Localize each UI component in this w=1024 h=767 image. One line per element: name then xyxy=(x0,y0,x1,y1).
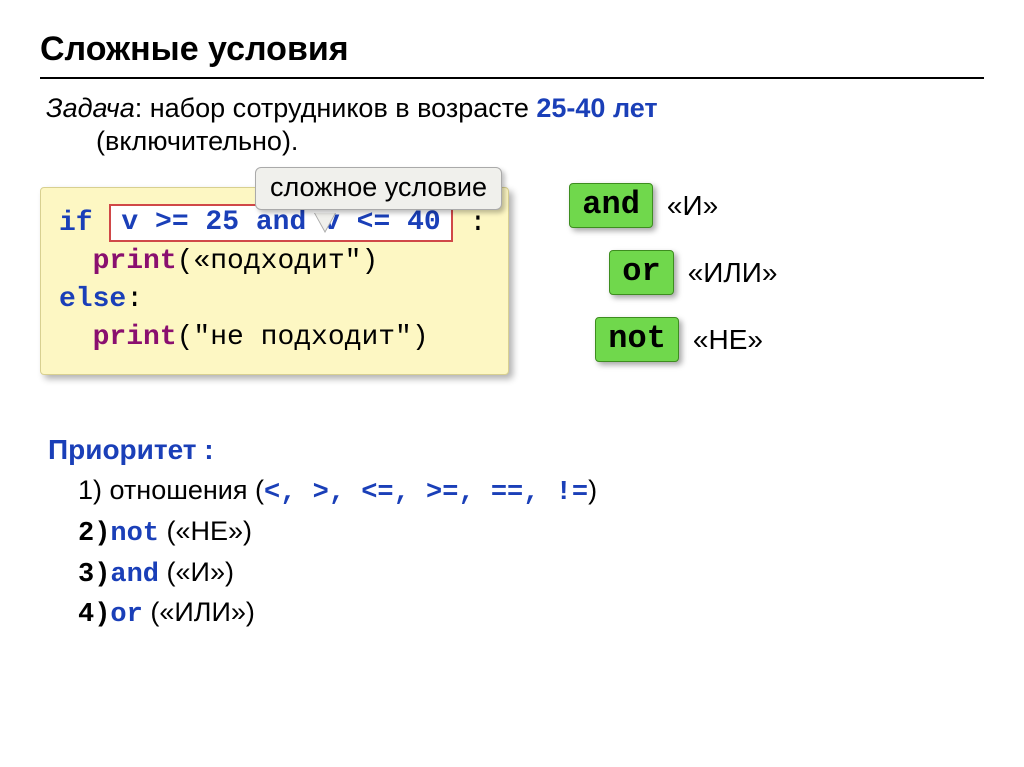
pri1-prefix: 1) отношения ( xyxy=(78,475,264,505)
indent xyxy=(59,246,93,277)
pri2-kw: not xyxy=(110,519,159,549)
task-range: 25-40 лет xyxy=(536,93,657,123)
priority-section: Приоритет : 1) отношения (<, >, <=, >=, … xyxy=(48,434,984,635)
op-box-and: and xyxy=(569,183,653,228)
pri3-num: 3) xyxy=(78,560,110,590)
pri2-num: 2) xyxy=(78,519,110,549)
task-sub: (включительно). xyxy=(96,126,298,157)
pri2-label: («НЕ») xyxy=(167,516,253,546)
content-row: сложное условие if v >= 25 and v <= 40 :… xyxy=(40,187,984,384)
code-area: if v >= 25 and v <= 40 : print(«подходит… xyxy=(40,187,984,384)
print1-arg: («подходит") xyxy=(177,246,379,277)
keyword-if: if xyxy=(59,208,93,239)
task-line: Задача: набор сотрудников в возрасте 25-… xyxy=(46,93,984,124)
priority-line-3: 3)and («И») xyxy=(78,554,984,595)
priority-title: Приоритет : xyxy=(48,434,984,466)
op-row-not: not «НЕ» xyxy=(595,317,777,362)
if-colon: : xyxy=(453,208,487,239)
pri4-kw: or xyxy=(110,600,142,630)
code-line-else: else: xyxy=(59,281,486,319)
op-label-or: «ИЛИ» xyxy=(688,257,778,289)
fn-print-2: print xyxy=(93,322,177,353)
code-line-print2: print("не подходит") xyxy=(59,319,486,357)
fn-print-1: print xyxy=(93,246,177,277)
pri4-num: 4) xyxy=(78,600,110,630)
operators-column: and «И» or «ИЛИ» not «НЕ» xyxy=(569,183,777,384)
op-row-or: or «ИЛИ» xyxy=(609,250,777,295)
page-title: Сложные условия xyxy=(40,30,984,69)
pri4-label: («ИЛИ») xyxy=(150,597,255,627)
pri3-kw: and xyxy=(110,560,159,590)
task-text: набор сотрудников в возрасте xyxy=(150,93,537,123)
code-line-print1: print(«подходит") xyxy=(59,243,486,281)
divider xyxy=(40,77,984,79)
op-label-and: «И» xyxy=(667,190,718,222)
op-box-or: or xyxy=(609,250,673,295)
op-box-not: not xyxy=(595,317,679,362)
indent xyxy=(59,322,93,353)
print2-arg: ("не подходит") xyxy=(177,322,429,353)
pri1-ops: <, >, <=, >=, ==, != xyxy=(264,478,588,508)
pri1-suffix: ) xyxy=(588,475,597,505)
callout-tail xyxy=(315,213,335,231)
keyword-else: else xyxy=(59,284,126,315)
priority-line-2: 2)not («НЕ») xyxy=(78,513,984,554)
pri3-label: («И») xyxy=(167,557,234,587)
task-sep: : xyxy=(135,93,150,123)
op-row-and: and «И» xyxy=(569,183,777,228)
code-box: if v >= 25 and v <= 40 : print(«подходит… xyxy=(40,187,509,375)
priority-line-1: 1) отношения (<, >, <=, >=, ==, !=) xyxy=(78,472,984,513)
callout-box: сложное условие xyxy=(255,167,502,210)
task-label: Задача xyxy=(46,93,135,123)
op-label-not: «НЕ» xyxy=(693,324,763,356)
else-colon: : xyxy=(126,284,143,315)
priority-line-4: 4)or («ИЛИ») xyxy=(78,594,984,635)
